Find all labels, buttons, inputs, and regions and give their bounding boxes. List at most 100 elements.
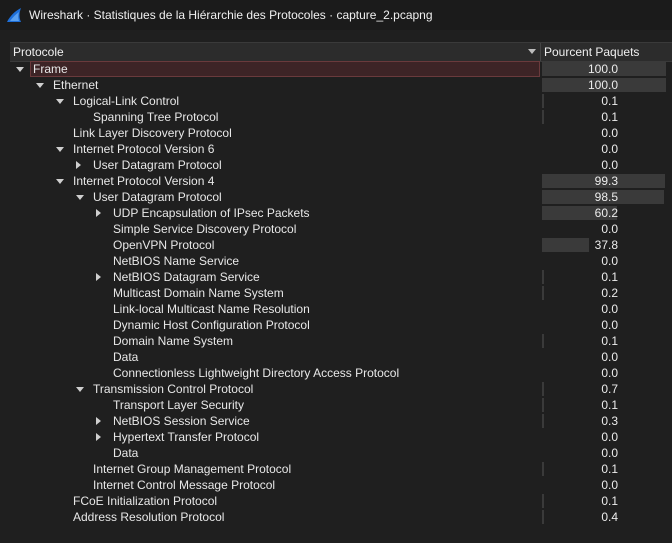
tree-row[interactable]: Internet Group Management Protocol 0.1: [10, 461, 672, 477]
expand-arrow-down-icon[interactable]: [56, 179, 64, 184]
tree-row[interactable]: Dynamic Host Configuration Protocol 0.0: [10, 317, 672, 333]
protocol-name: Connectionless Lightweight Directory Acc…: [113, 366, 400, 380]
column-header-percent-packets[interactable]: Pourcent Paquets: [541, 43, 672, 61]
percent-packets-cell: 0.1: [542, 269, 666, 285]
tree-row[interactable]: User Datagram Protocol 98.5: [10, 189, 672, 205]
protocol-name: NetBIOS Datagram Service: [113, 270, 260, 284]
tree-row[interactable]: Internet Protocol Version 6 0.0: [10, 141, 672, 157]
percent-value: 99.3: [594, 174, 618, 188]
protocol-name: Domain Name System: [113, 334, 234, 348]
tree-row[interactable]: NetBIOS Name Service 0.0: [10, 253, 672, 269]
percent-value: 60.2: [594, 206, 618, 220]
tree-row[interactable]: Transmission Control Protocol 0.7: [10, 381, 672, 397]
protocol-name: NetBIOS Session Service: [113, 414, 250, 428]
percent-value: 0.0: [601, 430, 618, 444]
tree-row[interactable]: Data 0.0: [10, 445, 672, 461]
expand-arrow-down-icon[interactable]: [16, 67, 24, 72]
tree-row[interactable]: Internet Protocol Version 4 99.3: [10, 173, 672, 189]
percent-packets-cell: 0.1: [542, 333, 666, 349]
expand-arrow-down-icon[interactable]: [36, 83, 44, 88]
percent-value: 0.7: [601, 382, 618, 396]
percent-packets-cell: 0.0: [542, 365, 666, 381]
protocol-name: Dynamic Host Configuration Protocol: [113, 318, 310, 332]
protocol-name: Data: [113, 446, 139, 460]
percent-value: 0.0: [601, 126, 618, 140]
expand-arrow-down-icon[interactable]: [56, 99, 64, 104]
tree-row[interactable]: Multicast Domain Name System 0.2: [10, 285, 672, 301]
sort-descending-icon[interactable]: [528, 49, 536, 54]
expand-arrow-right-icon[interactable]: [96, 209, 101, 217]
tree-row[interactable]: Internet Control Message Protocol 0.0: [10, 477, 672, 493]
protocol-name: Transmission Control Protocol: [93, 382, 254, 396]
title-bar: Wireshark · Statistiques de la Hiérarchi…: [0, 0, 672, 30]
tree-row[interactable]: Link-local Multicast Name Resolution 0.0: [10, 301, 672, 317]
tree-row[interactable]: Connectionless Lightweight Directory Acc…: [10, 365, 672, 381]
percent-packets-cell: 0.0: [542, 317, 666, 333]
percent-packets-cell: 0.1: [542, 109, 666, 125]
expand-arrow-right-icon[interactable]: [76, 161, 81, 169]
percent-value: 100.0: [587, 78, 618, 92]
protocol-name: Internet Protocol Version 6: [73, 142, 215, 156]
protocol-name: User Datagram Protocol: [93, 190, 222, 204]
percent-value: 0.0: [601, 350, 618, 364]
protocol-name: Internet Protocol Version 4: [73, 174, 215, 188]
tree-row[interactable]: User Datagram Protocol 0.0: [10, 157, 672, 173]
expand-arrow-down-icon[interactable]: [76, 195, 84, 200]
percent-packets-cell: 0.4: [542, 509, 666, 525]
percent-value: 0.1: [601, 462, 618, 476]
protocol-name: Logical-Link Control: [73, 94, 180, 108]
tree-row[interactable]: NetBIOS Session Service 0.3: [10, 413, 672, 429]
percent-packets-cell: 0.0: [542, 125, 666, 141]
percent-packets-cell: 0.0: [542, 157, 666, 173]
protocol-tree: Frame 100.0 Ethernet 100.0 Logical-Link Cont…: [10, 61, 672, 525]
percent-packets-cell: 37.8: [542, 237, 666, 253]
percent-packets-cell: 98.5: [542, 189, 666, 205]
tree-row[interactable]: Logical-Link Control 0.1: [10, 93, 672, 109]
tree-row[interactable]: Transport Layer Security 0.1: [10, 397, 672, 413]
tree-row[interactable]: Spanning Tree Protocol 0.1: [10, 109, 672, 125]
percent-packets-cell: 100.0: [542, 77, 666, 93]
expand-arrow-down-icon[interactable]: [56, 147, 64, 152]
percent-packets-cell: 0.1: [542, 397, 666, 413]
tree-row[interactable]: Simple Service Discovery Protocol 0.0: [10, 221, 672, 237]
expand-arrow-right-icon[interactable]: [96, 273, 101, 281]
tree-row[interactable]: Data 0.0: [10, 349, 672, 365]
percent-packets-cell: 0.0: [542, 253, 666, 269]
tree-row[interactable]: Link Layer Discovery Protocol 0.0: [10, 125, 672, 141]
protocol-name: Internet Control Message Protocol: [93, 478, 276, 492]
protocol-name: Internet Group Management Protocol: [93, 462, 292, 476]
table-header: Protocole Pourcent Paquets: [10, 42, 672, 62]
percent-value: 0.1: [601, 334, 618, 348]
tree-row[interactable]: FCoE Initialization Protocol 0.1: [10, 493, 672, 509]
percent-value: 0.1: [601, 270, 618, 284]
expand-arrow-down-icon[interactable]: [76, 387, 84, 392]
percent-packets-cell: 60.2: [542, 205, 666, 221]
percent-value: 0.0: [601, 254, 618, 268]
tree-row[interactable]: Frame 100.0: [10, 61, 672, 77]
percent-value: 0.0: [601, 478, 618, 492]
tree-row[interactable]: Ethernet 100.0: [10, 77, 672, 93]
protocol-name: Address Resolution Protocol: [73, 510, 225, 524]
tree-row[interactable]: Domain Name System 0.1: [10, 333, 672, 349]
tree-row[interactable]: UDP Encapsulation of IPsec Packets 60.2: [10, 205, 672, 221]
percent-packets-cell: 0.1: [542, 93, 666, 109]
window-title: Wireshark · Statistiques de la Hiérarchi…: [29, 8, 433, 22]
tree-row[interactable]: NetBIOS Datagram Service 0.1: [10, 269, 672, 285]
column-header-protocol-label: Protocole: [13, 45, 64, 59]
protocol-name: Link Layer Discovery Protocol: [73, 126, 232, 140]
percent-packets-cell: 0.0: [542, 477, 666, 493]
column-header-protocol[interactable]: Protocole: [10, 43, 541, 61]
tree-row[interactable]: Hypertext Transfer Protocol 0.0: [10, 429, 672, 445]
percent-value: 37.8: [594, 238, 618, 252]
tree-row[interactable]: OpenVPN Protocol 37.8: [10, 237, 672, 253]
percent-value: 0.0: [601, 446, 618, 460]
percent-packets-cell: 0.2: [542, 285, 666, 301]
expand-arrow-right-icon[interactable]: [96, 417, 101, 425]
protocol-name: Link-local Multicast Name Resolution: [113, 302, 310, 316]
percent-value: 98.5: [594, 190, 618, 204]
percent-value: 0.0: [601, 302, 618, 316]
selection-highlight: [30, 61, 540, 77]
percent-packets-cell: 0.0: [542, 301, 666, 317]
expand-arrow-right-icon[interactable]: [96, 433, 101, 441]
tree-row[interactable]: Address Resolution Protocol 0.4: [10, 509, 672, 525]
